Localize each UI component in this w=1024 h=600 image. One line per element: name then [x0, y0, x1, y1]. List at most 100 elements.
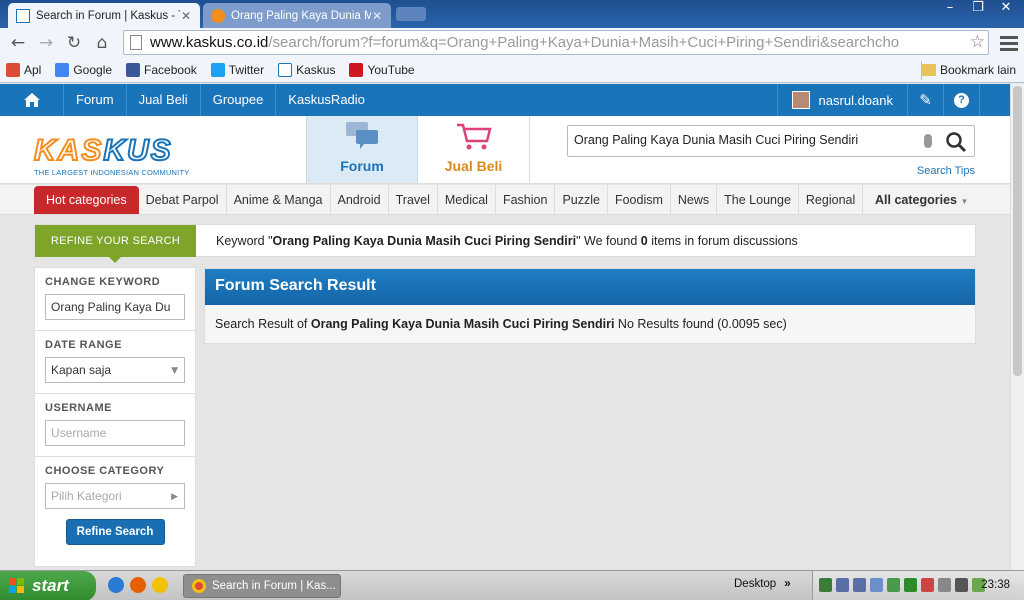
summary-suffix: items in forum discussions — [647, 234, 798, 248]
scrollbar-thumb[interactable] — [1013, 86, 1022, 376]
home-icon — [23, 93, 40, 107]
other-bookmarks-folder[interactable]: Bookmark lain — [921, 63, 1016, 77]
ie-icon[interactable] — [108, 577, 124, 593]
category-foodism[interactable]: Foodism — [608, 184, 671, 215]
taskbar-chrome-window[interactable]: Search in Forum | Kas... — [183, 574, 341, 598]
folder-icon — [921, 64, 936, 76]
change-keyword-heading: CHANGE KEYWORD — [45, 276, 161, 288]
warning-icon[interactable] — [904, 578, 917, 592]
task-label: Search in Forum | Kas... — [212, 580, 336, 592]
category-anime-manga[interactable]: Anime & Manga — [227, 184, 331, 215]
utility-icon[interactable] — [921, 578, 934, 592]
nav-kaskusradio[interactable]: KaskusRadio — [276, 84, 377, 116]
refine-sidebar: CHANGE KEYWORD Orang Paling Kaya Du DATE… — [34, 267, 196, 567]
date-range-select[interactable]: Kapan saja ▼ — [45, 357, 185, 383]
pencil-icon[interactable]: ✎ — [908, 84, 944, 116]
printer-icon[interactable] — [887, 578, 900, 592]
kaskus-logo[interactable]: KASKUS THE LARGEST INDONESIAN COMMUNITY — [33, 134, 216, 178]
address-bar[interactable]: www.kaskus.co.id/search/forum?f=forum&q=… — [123, 30, 989, 55]
search-summary: Keyword "Orang Paling Kaya Dunia Masih C… — [216, 234, 798, 248]
result-text: Search Result of Orang Paling Kaya Dunia… — [205, 305, 975, 343]
category-debat-parpol[interactable]: Debat Parpol — [139, 184, 227, 215]
date-range-heading: DATE RANGE — [45, 339, 122, 351]
keyword-field[interactable]: Orang Paling Kaya Du — [45, 294, 185, 320]
firefox-icon[interactable] — [130, 577, 146, 593]
bookmark-google[interactable]: Google — [55, 63, 112, 77]
category-puzzle[interactable]: Puzzle — [555, 184, 608, 215]
nav-jual-beli[interactable]: Jual Beli — [127, 84, 201, 116]
username-field[interactable]: Username — [45, 420, 185, 446]
help-icon: ? — [954, 92, 969, 108]
page-scrollbar[interactable] — [1010, 84, 1024, 570]
category-regional[interactable]: Regional — [799, 185, 862, 215]
tab-close-icon[interactable]: ✕ — [371, 9, 383, 23]
home-icon[interactable]: ⌂ — [88, 30, 116, 56]
windows-flag-icon — [9, 578, 24, 593]
refine-search-button[interactable]: Refine Search — [65, 519, 165, 545]
tray-icons — [819, 578, 985, 592]
bookmark-label: Apl — [24, 63, 42, 77]
volume-icon[interactable] — [955, 578, 968, 592]
category-medical[interactable]: Medical — [438, 184, 496, 215]
username: nasrul.doank — [818, 92, 893, 108]
bookmark-youtube[interactable]: YouTube — [349, 63, 415, 77]
hot-categories-tab[interactable]: Hot categories — [34, 185, 139, 214]
header-tab-jual-beli[interactable]: Jual Beli — [418, 116, 530, 183]
category-select[interactable]: Pilih Kategori ▶ — [45, 483, 185, 509]
desktop-toolbar[interactable]: Desktop » — [734, 578, 791, 590]
microphone-icon[interactable] — [924, 134, 932, 148]
kaskus-page: Forum Jual Beli Groupee KaskusRadio nasr… — [0, 84, 1010, 570]
browser-toolbar: ← → ↻ ⌂ www.kaskus.co.id/search/forum?f=… — [0, 28, 1024, 58]
network-icon[interactable] — [819, 578, 832, 592]
flag-icon[interactable] — [870, 578, 883, 592]
nav-groupee[interactable]: Groupee — [201, 84, 277, 116]
category-section: CHOOSE CATEGORY Pilih Kategori ▶ Refine S… — [35, 457, 195, 555]
bookmark-label: YouTube — [367, 63, 415, 77]
chrome-menu-icon[interactable] — [1000, 33, 1018, 54]
forward-arrow-icon[interactable]: → — [32, 30, 60, 56]
bookmark-facebook[interactable]: Facebook — [126, 63, 197, 77]
category-android[interactable]: Android — [331, 184, 389, 215]
network-error-icon[interactable] — [836, 578, 849, 592]
start-button[interactable]: start — [0, 571, 96, 600]
bookmark-twitter[interactable]: Twitter — [210, 63, 264, 77]
network-error-icon[interactable] — [853, 578, 866, 592]
bookmark-star-icon[interactable]: ☆ — [970, 32, 985, 52]
search-icon[interactable] — [944, 130, 968, 154]
category-news[interactable]: News — [671, 184, 718, 215]
back-arrow-icon[interactable]: ← — [4, 30, 32, 56]
window-controls: – ❐ ✕ — [938, 0, 1018, 18]
tab-orang-paling-kaya[interactable]: Orang Paling Kaya Dunia Ma: ✕ — [203, 3, 391, 28]
tab-search-in-forum[interactable]: Search in Forum | Kaskus - Tl ✕ — [8, 3, 200, 28]
category-the-lounge[interactable]: The Lounge — [717, 184, 799, 215]
site-search-input[interactable] — [574, 133, 914, 147]
header-tab-forum[interactable]: Forum — [306, 116, 418, 183]
close-window-button[interactable]: ✕ — [994, 0, 1018, 18]
maximize-button[interactable]: ❐ — [966, 0, 990, 18]
tab-close-icon[interactable]: ✕ — [180, 9, 192, 23]
google-icon — [55, 63, 70, 77]
new-tab-button[interactable] — [396, 7, 426, 21]
help-button[interactable]: ? — [944, 84, 980, 116]
browser-tab-strip: Search in Forum | Kaskus - Tl ✕ Orang Pa… — [0, 0, 1024, 28]
bookmark-label: Google — [73, 63, 113, 77]
bookmark-kaskus[interactable]: Kaskus — [278, 63, 335, 77]
bookmark-label: Facebook — [144, 63, 197, 77]
settings-icon[interactable] — [938, 578, 951, 592]
loading-favicon-icon — [211, 8, 225, 23]
logo-word-b: KUS — [102, 134, 173, 167]
category-travel[interactable]: Travel — [389, 184, 438, 215]
minimize-button[interactable]: – — [938, 0, 962, 18]
bookmark-apl[interactable]: Apl — [6, 63, 41, 77]
messenger-icon[interactable] — [152, 577, 168, 593]
nav-forum[interactable]: Forum — [64, 84, 127, 116]
chevron-down-icon: ▼ — [960, 197, 969, 206]
site-home-button[interactable] — [0, 84, 64, 116]
user-menu[interactable]: nasrul.doank — [776, 84, 908, 116]
kaskus-favicon-icon — [16, 8, 30, 23]
forum-tab-label: Forum — [340, 158, 384, 174]
reload-icon[interactable]: ↻ — [60, 30, 88, 56]
search-tips-link[interactable]: Search Tips — [917, 165, 975, 177]
category-fashion[interactable]: Fashion — [496, 184, 556, 215]
all-categories-dropdown[interactable]: All categories ▼ — [862, 185, 978, 215]
